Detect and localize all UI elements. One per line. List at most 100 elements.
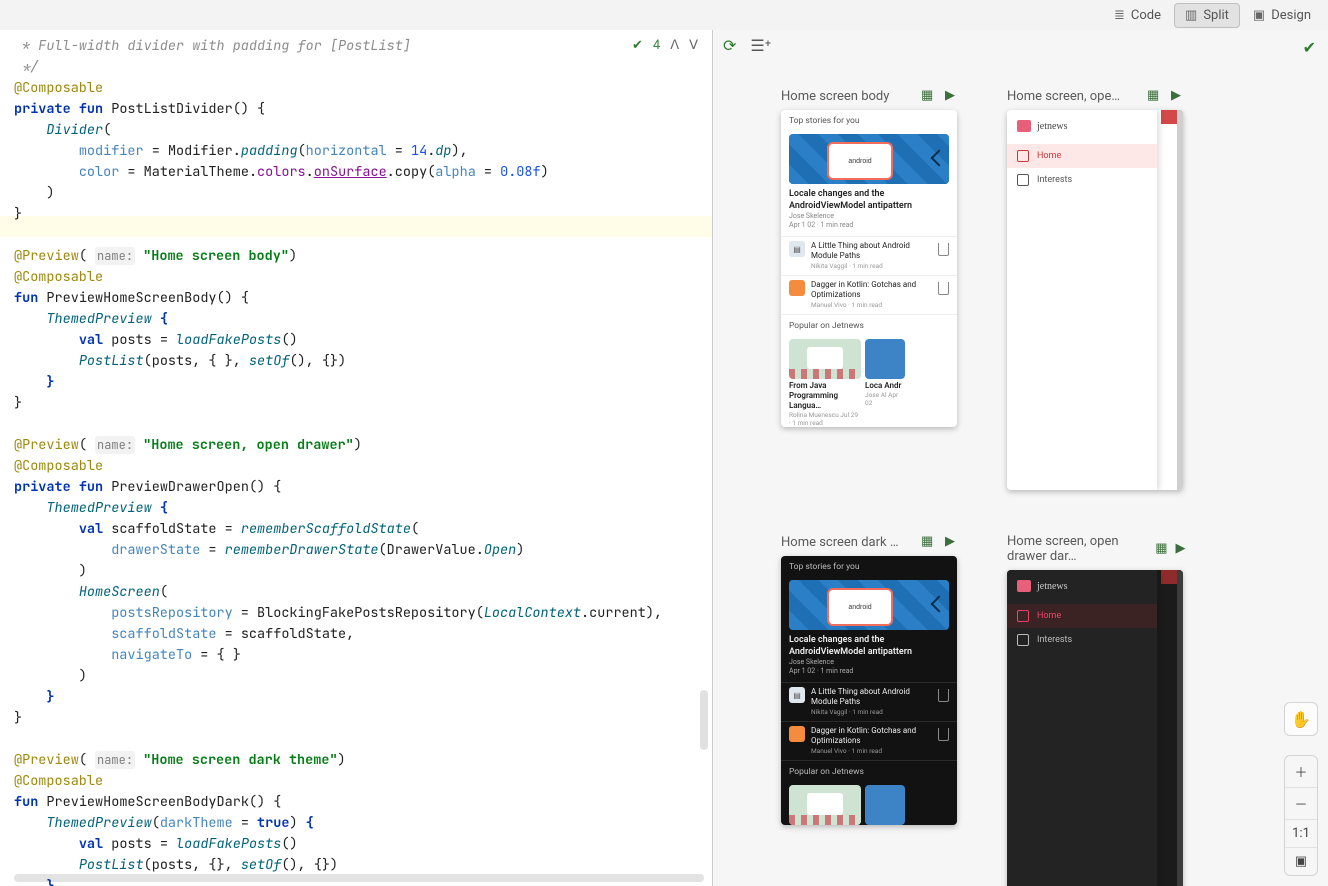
- list-icon: ≣: [1114, 8, 1125, 23]
- list-item-meta: Nikita Vaggil · 1 min read: [811, 261, 932, 271]
- popular-meta: Jose Al Apr 02: [865, 391, 905, 407]
- hero-image: android: [789, 580, 949, 630]
- list-item: Dagger in Kotlin: Gotchas and Optimizati…: [781, 275, 957, 314]
- bookmark-icon: [938, 689, 949, 702]
- popular-meta: Rolina Muenescu Jul 29 · 1 min read: [789, 411, 861, 427]
- drawer-item-label: Home: [1037, 151, 1061, 161]
- popular-title: From Java Programming Langua…: [789, 379, 861, 411]
- preview-title: Home screen, open drawer dar…: [1007, 534, 1139, 564]
- deploy-icon[interactable]: ▦: [1155, 541, 1167, 557]
- deploy-icon[interactable]: ▦: [921, 534, 937, 550]
- popular-card: [865, 785, 905, 825]
- list-item-meta: Manuel Vivo · 1 min read: [811, 300, 932, 310]
- view-mode-split-label: Split: [1203, 8, 1229, 23]
- section-label: Popular on Jetnews: [781, 314, 957, 335]
- list-item: ▤ A Little Thing about Android Module Pa…: [781, 682, 957, 721]
- list-item-title: Dagger in Kotlin: Gotchas and Optimizati…: [811, 280, 932, 300]
- hero-image: android: [789, 134, 949, 184]
- hero-meta: Apr 1 02 · 1 min read: [789, 221, 853, 229]
- list-item-title: A Little Thing about Android Module Path…: [811, 687, 932, 707]
- popular-card: [789, 785, 861, 825]
- preview-title: Home screen dark …: [781, 535, 899, 550]
- view-mode-code[interactable]: ≣ Code: [1103, 3, 1172, 28]
- preview-item: Home screen body ▦ ▶ Top stories for you…: [781, 88, 961, 490]
- list-icon: [1017, 174, 1029, 186]
- interactive-icon[interactable]: ▶: [945, 534, 961, 550]
- view-mode-toolbar: ≣ Code ▥ Split ▣ Design: [0, 0, 1328, 31]
- preview-title: Home screen, ope…: [1007, 89, 1120, 104]
- view-mode-design[interactable]: ▣ Design: [1242, 3, 1322, 28]
- check-icon: ✔: [632, 38, 643, 53]
- drawer-panel: jetnews Home Interests: [1007, 110, 1157, 490]
- thumb-icon: [789, 726, 805, 742]
- list-item-title: A Little Thing about Android Module Path…: [811, 241, 932, 261]
- code-editor[interactable]: ✔ 4 ᐱ ᐯ * Full-width divider with paddin…: [0, 30, 713, 886]
- view-mode-code-label: Code: [1131, 8, 1161, 23]
- drawer-item-interests: Interests: [1007, 628, 1157, 652]
- bookmark-icon: [938, 282, 949, 295]
- preview-device[interactable]: jetnews Home Interests: [1007, 570, 1183, 886]
- list-item: ▤ A Little Thing about Android Module Pa…: [781, 236, 957, 275]
- popular-card: Loca Andr Jose Al Apr 02: [865, 339, 905, 427]
- thumb-icon: [789, 280, 805, 296]
- logo-icon: [1017, 120, 1031, 132]
- drawer-item-home: Home: [1007, 144, 1157, 168]
- hero-title: Locale changes and the AndroidViewModel …: [781, 188, 957, 212]
- inspection-next-icon[interactable]: ᐯ: [689, 38, 698, 53]
- list-item-meta: Nikita Vaggil · 1 min read: [811, 707, 932, 717]
- interactive-icon[interactable]: ▶: [1171, 88, 1187, 104]
- refresh-icon[interactable]: ⟳: [723, 36, 736, 55]
- drawer-item-label: Home: [1037, 611, 1061, 621]
- preview-surface[interactable]: Home screen body ▦ ▶ Top stories for you…: [713, 66, 1328, 886]
- deploy-icon[interactable]: ▦: [1147, 88, 1163, 104]
- preview-title: Home screen body: [781, 89, 889, 104]
- section-label: Top stories for you: [781, 110, 957, 130]
- android-badge: android: [827, 142, 893, 180]
- list-icon: [1017, 634, 1029, 646]
- view-mode-design-label: Design: [1271, 8, 1311, 23]
- device-scrollbar: [1177, 110, 1183, 490]
- split-icon: ▥: [1185, 8, 1197, 23]
- interactive-icon[interactable]: ▶: [1176, 541, 1187, 557]
- zoom-fit-button[interactable]: ▣: [1285, 848, 1317, 875]
- hero-title: Locale changes and the AndroidViewModel …: [781, 634, 957, 658]
- preview-device[interactable]: Top stories for you android Locale chang…: [781, 556, 957, 825]
- settings-icon[interactable]: ☰⁺: [750, 36, 771, 55]
- preview-item: Home screen, ope… ▦ ▶ jetnews Home Inter…: [1007, 88, 1187, 490]
- home-icon: [1017, 610, 1029, 622]
- zoom-out-button[interactable]: －: [1285, 788, 1317, 820]
- android-badge: android: [827, 588, 893, 626]
- zoom-reset-button[interactable]: 1:1: [1285, 820, 1317, 848]
- thumb-icon: ▤: [789, 241, 805, 257]
- preview-item: Home screen dark … ▦ ▶ Top stories for y…: [781, 534, 961, 886]
- code-text[interactable]: * Full-width divider with padding for [P…: [0, 30, 712, 886]
- preview-pane: ⟳ ☰⁺ ✔ Home screen body ▦ ▶ Top stories …: [713, 30, 1328, 886]
- deploy-icon[interactable]: ▦: [921, 88, 937, 104]
- zoom-in-button[interactable]: ＋: [1285, 756, 1317, 788]
- pan-tool-button[interactable]: ✋: [1284, 702, 1318, 736]
- drawer-item-interests: Interests: [1007, 168, 1157, 192]
- inspection-prev-icon[interactable]: ᐱ: [670, 38, 679, 53]
- interactive-icon[interactable]: ▶: [945, 88, 961, 104]
- drawer-item-home: Home: [1007, 604, 1157, 628]
- preview-device[interactable]: jetnews Home Interests: [1007, 110, 1183, 490]
- hero-author: Jose Skelence: [789, 658, 834, 666]
- section-label: Top stories for you: [781, 556, 957, 576]
- popular-card: From Java Programming Langua… Rolina Mue…: [789, 339, 861, 427]
- preview-item: Home screen, open drawer dar… ▦ ▶ jetnew…: [1007, 534, 1187, 886]
- home-icon: [1017, 150, 1029, 162]
- inspection-count[interactable]: 4: [653, 38, 660, 53]
- image-icon: ▣: [1253, 8, 1265, 23]
- list-item: Dagger in Kotlin: Gotchas and Optimizati…: [781, 721, 957, 760]
- editor-inspection-bar: ✔ 4 ᐱ ᐯ: [632, 38, 698, 53]
- drawer-brand: jetnews: [1037, 121, 1068, 132]
- drawer-item-label: Interests: [1037, 635, 1072, 645]
- bookmark-icon: [938, 728, 949, 741]
- bookmark-icon: [938, 243, 949, 256]
- list-item-title: Dagger in Kotlin: Gotchas and Optimizati…: [811, 726, 932, 746]
- section-label: Popular on Jetnews: [781, 760, 957, 781]
- thumb-icon: ▤: [789, 687, 805, 703]
- preview-status-ok-icon[interactable]: ✔: [1303, 38, 1316, 57]
- view-mode-split[interactable]: ▥ Split: [1174, 3, 1240, 28]
- preview-device[interactable]: Top stories for you android Locale chang…: [781, 110, 957, 427]
